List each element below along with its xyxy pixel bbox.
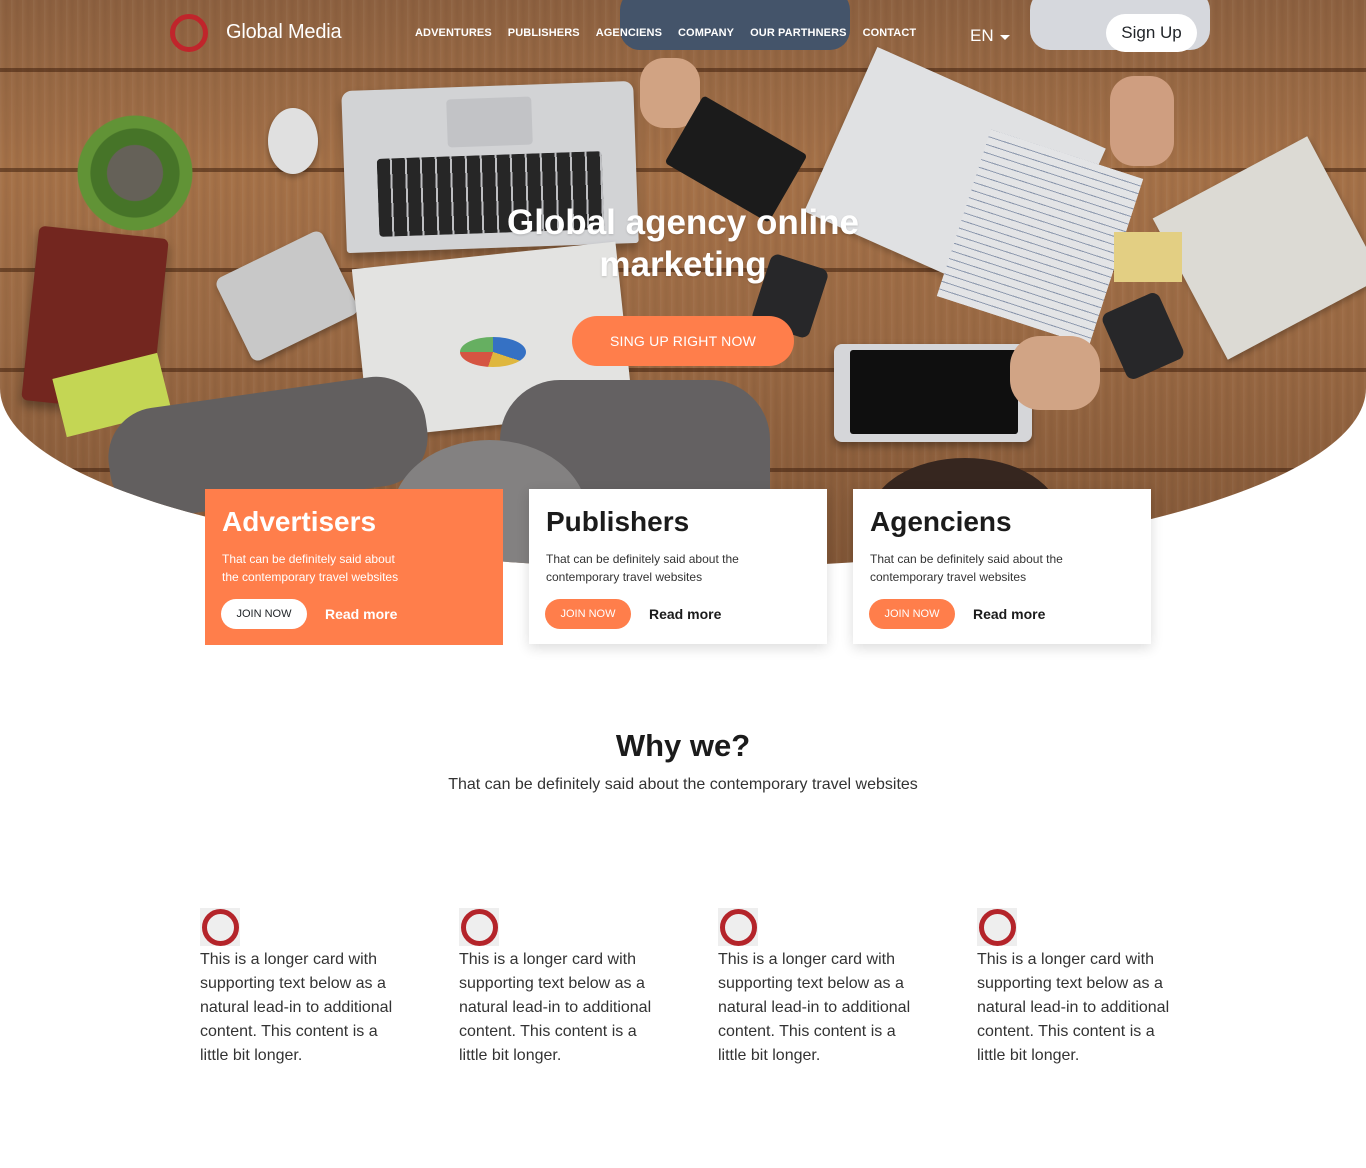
feature-card: This is a longer card with supporting te…: [200, 908, 400, 1068]
hero-title: Global agency online marketing: [506, 203, 860, 284]
join-now-button[interactable]: JOIN NOW: [545, 599, 631, 629]
card-publishers: Publishers That can be definitely said a…: [529, 489, 827, 644]
language-label: EN: [970, 26, 994, 45]
feature-text: This is a longer card with supporting te…: [200, 951, 393, 1064]
card-agenciens: Agenciens That can be definitely said ab…: [853, 489, 1151, 644]
card-text: That can be definitely said about the co…: [870, 552, 1063, 584]
read-more-link[interactable]: Read more: [649, 606, 721, 622]
signup-cta-button[interactable]: SING UP RIGHT NOW: [572, 316, 794, 366]
card-actions: JOIN NOW Read more: [221, 599, 397, 629]
card-actions: JOIN NOW Read more: [869, 599, 1045, 629]
card-actions: JOIN NOW Read more: [545, 599, 721, 629]
ring-icon: [200, 908, 240, 946]
why-title: Why we?: [615, 728, 751, 763]
join-now-button[interactable]: JOIN NOW: [221, 599, 307, 629]
feature-card: This is a longer card with supporting te…: [459, 908, 659, 1068]
main-nav: ADVENTURES PUBLISHERS AGENCIENS COMPANY …: [415, 27, 916, 39]
nav-item-partners[interactable]: OUR PARTHNERS: [750, 27, 846, 39]
nav-item-company[interactable]: COMPANY: [678, 27, 734, 39]
ring-icon: [459, 908, 499, 946]
nav-item-publishers[interactable]: PUBLISHERS: [508, 27, 580, 39]
card-title: Advertisers: [222, 506, 377, 537]
feature-text: This is a longer card with supporting te…: [459, 951, 652, 1064]
card-title: Agenciens: [870, 506, 1012, 537]
card-title: Publishers: [546, 506, 690, 537]
ring-icon: [977, 908, 1017, 946]
nav-item-contact[interactable]: CONTACT: [863, 27, 917, 39]
read-more-link[interactable]: Read more: [325, 606, 397, 622]
language-selector[interactable]: EN: [970, 26, 1010, 46]
chevron-down-icon: [999, 34, 1010, 40]
card-text: That can be definitely said about the co…: [546, 552, 739, 584]
nav-item-adventures[interactable]: ADVENTURES: [415, 27, 492, 39]
feature-card: This is a longer card with supporting te…: [977, 908, 1177, 1068]
feature-card: This is a longer card with supporting te…: [718, 908, 918, 1068]
read-more-link[interactable]: Read more: [973, 606, 1045, 622]
card-advertisers: Advertisers That can be definitely said …: [205, 489, 503, 645]
sign-up-button[interactable]: Sign Up: [1106, 14, 1197, 52]
card-text: That can be definitely said about the co…: [222, 552, 399, 584]
ring-icon: [718, 908, 758, 946]
feature-text: This is a longer card with supporting te…: [977, 951, 1170, 1064]
why-subtitle: That can be definitely said about the co…: [448, 776, 918, 793]
feature-text: This is a longer card with supporting te…: [718, 951, 911, 1064]
nav-item-agenciens[interactable]: AGENCIENS: [596, 27, 662, 39]
brand-name[interactable]: Global Media: [226, 21, 342, 44]
join-now-button[interactable]: JOIN NOW: [869, 599, 955, 629]
ring-logo-icon[interactable]: [170, 14, 208, 52]
